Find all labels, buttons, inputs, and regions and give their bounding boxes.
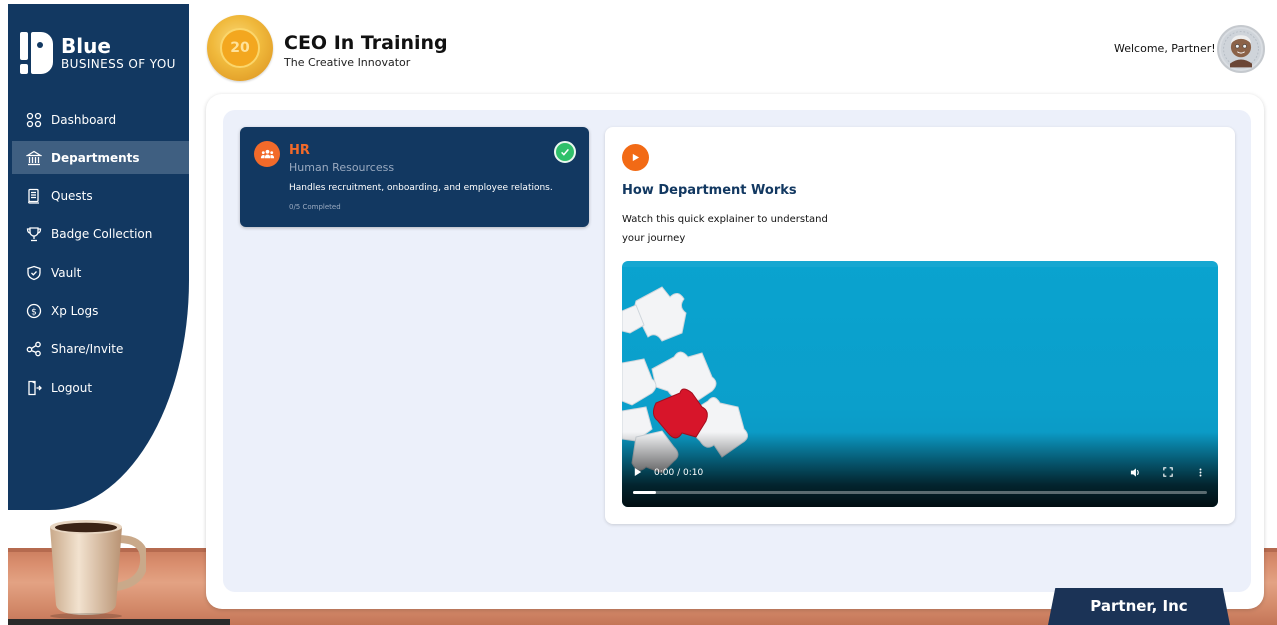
user-avatar-icon xyxy=(1220,28,1262,70)
video-seek-progress xyxy=(633,491,656,494)
sidebar-item-label: Quests xyxy=(51,189,93,204)
video-player[interactable]: 0:00 / 0:10 xyxy=(622,261,1218,507)
department-card-hr[interactable]: HR Human Resourcess Handles recruitment,… xyxy=(240,127,589,227)
brand-subtitle: BUSINESS OF YOU xyxy=(61,57,176,71)
desk-edge xyxy=(8,619,230,625)
department-name: Human Resourcess xyxy=(289,161,395,174)
volume-icon xyxy=(1130,468,1139,477)
dollar-coin-icon: $ xyxy=(26,303,42,319)
sidebar-item-label: Badge Collection xyxy=(51,227,153,242)
sidebar-item-label: Share/Invite xyxy=(51,342,124,357)
level-number: 20 xyxy=(220,28,260,68)
sidebar-item-label: Vault xyxy=(51,265,82,280)
scroll-icon xyxy=(26,188,42,204)
team-icon xyxy=(254,141,280,167)
video-card-title: How Department Works xyxy=(622,183,797,198)
sidebar-item-dashboard[interactable]: Dashboard xyxy=(12,103,189,136)
video-controls-overlay xyxy=(622,432,1218,507)
sidebar-item-label: Xp Logs xyxy=(51,303,99,318)
shield-icon xyxy=(26,265,42,281)
brand-logo[interactable]: Blue BUSINESS OF YOU xyxy=(20,32,176,76)
svg-text:$: $ xyxy=(31,307,37,317)
brand-title: Blue xyxy=(61,34,111,58)
coffee-mug-icon xyxy=(50,520,146,619)
video-time: 0:00 / 0:10 xyxy=(654,468,704,478)
more-options-button[interactable] xyxy=(1199,467,1202,478)
logo-mark-icon xyxy=(20,32,54,76)
play-icon xyxy=(634,468,642,476)
sidebar-item-share-invite[interactable]: Share/Invite xyxy=(12,333,189,366)
sidebar-item-label: Dashboard xyxy=(51,112,117,127)
sidebar-nav: Dashboard Departments Quests Badge Colle… xyxy=(12,103,189,410)
sidebar-item-xp-logs[interactable]: $ Xp Logs xyxy=(12,294,189,327)
department-description: Handles recruitment, onboarding, and emp… xyxy=(289,183,553,193)
page-title: CEO In Training xyxy=(284,32,448,54)
level-badge: 20 xyxy=(207,15,273,81)
bank-icon xyxy=(26,150,42,166)
sidebar: Blue BUSINESS OF YOU Dashboard Departmen… xyxy=(8,4,189,510)
sidebar-item-logout[interactable]: Logout xyxy=(12,372,189,405)
nameplate-text: Partner, Inc xyxy=(1090,597,1188,615)
welcome-text: Welcome, Partner! xyxy=(1114,42,1216,55)
avatar[interactable] xyxy=(1217,25,1265,73)
sidebar-item-label: Departments xyxy=(51,150,140,165)
video-seek-bar[interactable] xyxy=(633,491,1207,494)
video-card-description: Watch this quick explainer to understand… xyxy=(622,214,828,244)
check-circle-icon xyxy=(554,141,576,163)
sidebar-item-vault[interactable]: Vault xyxy=(12,256,189,289)
play-circle-icon[interactable] xyxy=(622,144,649,171)
share-icon xyxy=(26,341,42,357)
kebab-menu-icon xyxy=(1199,468,1202,477)
fullscreen-button[interactable] xyxy=(1163,467,1173,477)
page-subtitle: The Creative Innovator xyxy=(284,56,411,69)
trophy-icon xyxy=(26,226,42,242)
volume-button[interactable] xyxy=(1130,467,1141,478)
grid-icon xyxy=(26,112,42,128)
fullscreen-icon xyxy=(1163,467,1173,477)
sidebar-item-label: Logout xyxy=(51,381,93,396)
sidebar-item-departments[interactable]: Departments xyxy=(12,141,189,175)
video-play-button[interactable] xyxy=(634,468,642,476)
sidebar-item-badge-collection[interactable]: Badge Collection xyxy=(12,218,189,251)
department-code: HR xyxy=(289,143,310,158)
sidebar-item-quests[interactable]: Quests xyxy=(12,180,189,213)
logout-icon xyxy=(26,380,42,396)
department-progress: 0/5 Completed xyxy=(289,203,341,211)
